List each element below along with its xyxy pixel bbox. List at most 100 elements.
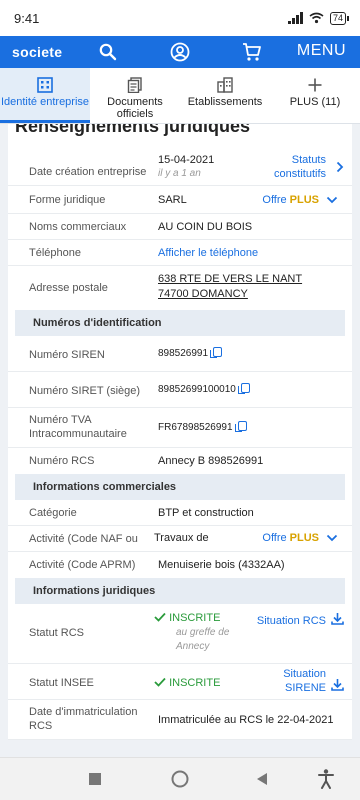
card-title: Renseignements juridiques — [15, 124, 251, 136]
chevron-down-icon — [326, 196, 338, 204]
row-value: BTP et construction — [158, 507, 254, 519]
home-icon[interactable] — [171, 770, 189, 788]
app-bar: societe MENU — [0, 36, 360, 68]
status-icons: 74 — [287, 11, 350, 25]
row-value: Travaux de — [154, 532, 209, 544]
row-rcs: Numéro RCS Annecy B 898526991 — [8, 448, 352, 474]
row-value: Immatriculée au RCS le 22-04-2021 — [158, 714, 334, 726]
row-adresse: Adresse postale 638 RTE DE VERS LE NANT … — [8, 266, 352, 310]
row-statut-rcs: Statut RCS INSCRITE au greffe de Annecy … — [8, 604, 352, 664]
row-value: FR67898526991 — [158, 420, 247, 436]
back-icon[interactable] — [256, 773, 268, 785]
row-label: Numéro TVA Intracommunautaire — [29, 414, 127, 440]
row-subvalue: il y a 1 an — [158, 168, 201, 179]
row-label: Téléphone — [29, 247, 81, 259]
system-nav-bar — [0, 757, 360, 800]
row-tva: Numéro TVA Intracommunautaire FR67898526… — [8, 408, 352, 448]
siret-value: 89852699100010 — [158, 384, 236, 395]
tab-label: Identité entreprise — [0, 96, 90, 108]
section-commerciales: Informations commerciales — [15, 474, 345, 500]
chevron-down-icon — [326, 534, 338, 542]
tva-value: FR67898526991 — [158, 422, 233, 433]
statuts-link[interactable]: Statuts constitutifs — [246, 153, 326, 181]
row-label: Forme juridique — [29, 194, 106, 206]
row-label: Statut INSEE — [29, 677, 94, 689]
row-label: Date d'immatriculation RCS — [29, 706, 138, 732]
offre-plus-button[interactable]: Offre PLUS — [262, 532, 338, 544]
status-inscrite: INSCRITE — [154, 675, 220, 691]
signal-icon — [287, 12, 303, 24]
situation-sirene-link[interactable]: Situation SIRENE — [266, 667, 326, 695]
row-activite-aprm: Activité (Code APRM) Menuiserie bois (43… — [8, 552, 352, 578]
tab-documents[interactable]: Documents officiels — [90, 68, 180, 123]
row-categorie: Catégorie BTP et construction — [8, 500, 352, 526]
situation-rcs-link[interactable]: Situation RCS — [257, 614, 326, 628]
legal-info-card: Renseignements juridiques Date création … — [8, 124, 352, 740]
search-icon[interactable] — [95, 39, 121, 65]
establishments-icon — [217, 76, 233, 94]
download-icon[interactable] — [331, 612, 344, 625]
plus-icon — [307, 76, 323, 94]
row-label: Noms commerciaux — [29, 221, 127, 233]
recents-icon[interactable] — [89, 773, 101, 785]
status-value: INSCRITE — [169, 612, 221, 624]
row-telephone: Téléphone Afficher le téléphone — [8, 240, 352, 266]
row-label: Catégorie — [29, 507, 77, 519]
tab-label: Documents officiels — [107, 96, 163, 120]
row-value: AU COIN DU BOIS — [158, 221, 253, 233]
content-scroll[interactable]: Renseignements juridiques Date création … — [0, 124, 360, 757]
section-tabs: Identité entreprise Documents officiels … — [0, 68, 360, 124]
tab-identite[interactable]: Identité entreprise — [0, 68, 90, 123]
row-label: Numéro RCS — [29, 455, 95, 467]
copy-icon[interactable] — [210, 347, 223, 358]
tab-label: PLUS (11) — [289, 96, 341, 108]
chevron-right-icon[interactable] — [336, 161, 344, 173]
show-phone-link[interactable]: Afficher le téléphone — [158, 245, 258, 261]
societe-logo[interactable]: societe — [12, 44, 62, 60]
row-immatriculation: Date d'immatriculation RCS Immatriculée … — [8, 700, 352, 740]
row-label: Numéro SIRET (siège) — [29, 385, 141, 397]
row-activite-naf: Activité (Code NAF ou Travaux de Offre P… — [8, 526, 352, 552]
accessibility-icon[interactable] — [318, 769, 334, 789]
account-icon[interactable] — [167, 39, 193, 65]
offre-plus-button[interactable]: Offre PLUS — [262, 194, 338, 206]
section-juridiques: Informations juridiques — [15, 578, 345, 604]
offre-label: Offre — [262, 194, 287, 206]
download-icon[interactable] — [331, 678, 344, 691]
menu-button[interactable]: MENU — [297, 42, 346, 60]
copy-icon[interactable] — [234, 421, 247, 432]
wifi-icon — [309, 12, 324, 24]
cart-icon[interactable] — [239, 39, 265, 65]
row-value: 898526991 — [158, 346, 223, 362]
row-date-creation: Date création entreprise 15-04-2021 il y… — [8, 148, 352, 186]
row-noms-commerciaux: Noms commerciaux AU COIN DU BOIS — [8, 214, 352, 240]
row-value: SARL — [158, 194, 187, 206]
row-label: Activité (Code NAF ou — [29, 533, 138, 545]
row-subvalue: au greffe de Annecy — [176, 627, 230, 652]
row-label: Adresse postale — [29, 282, 108, 294]
tab-label: Etablissements — [187, 96, 263, 108]
row-siret: Numéro SIRET (siège) 89852699100010 — [8, 372, 352, 408]
building-icon — [37, 76, 53, 94]
row-value: 89852699100010 — [158, 382, 250, 398]
copy-icon[interactable] — [237, 383, 250, 394]
tab-etablissements[interactable]: Etablissements — [180, 68, 270, 123]
row-label: Statut RCS — [29, 627, 85, 639]
plus-label: PLUS — [289, 532, 319, 544]
status-inscrite: INSCRITE — [154, 610, 220, 626]
check-icon — [154, 612, 166, 622]
battery-icon: 74 — [329, 11, 350, 25]
row-label: Date création entreprise — [29, 166, 147, 178]
status-bar: 9:41 74 — [0, 0, 360, 36]
row-forme-juridique: Forme juridique SARL Offre PLUS — [8, 186, 352, 214]
row-value: Annecy B 898526991 — [158, 455, 264, 467]
plus-label: PLUS — [289, 194, 319, 206]
row-statut-insee: Statut INSEE INSCRITE Situation SIRENE — [8, 664, 352, 700]
address-link[interactable]: 638 RTE DE VERS LE NANT 74700 DOMANCY — [158, 272, 328, 302]
tab-plus[interactable]: PLUS (11) — [270, 68, 360, 123]
row-label: Activité (Code APRM) — [29, 559, 136, 571]
check-icon — [154, 677, 166, 687]
offre-label: Offre — [262, 532, 287, 544]
row-label: Numéro SIREN — [29, 349, 105, 361]
section-identification: Numéros d'identification — [15, 310, 345, 336]
